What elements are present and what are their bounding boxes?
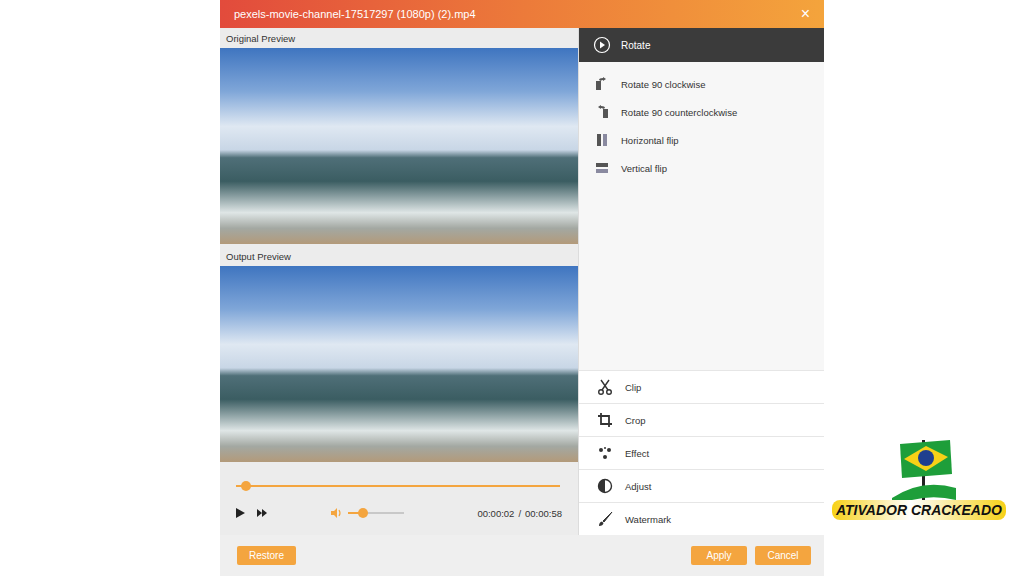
- rotate-options: Rotate 90 clockwise Rotate 90 counterclo…: [579, 62, 824, 182]
- logo-text: ATIVADOR CRACKEADO: [832, 500, 1006, 520]
- adjust-icon: [597, 478, 613, 494]
- rotate-option-label: Horizontal flip: [621, 135, 679, 146]
- volume-knob[interactable]: [358, 508, 368, 518]
- rotate-option[interactable]: Rotate 90 counterclockwise: [579, 98, 824, 126]
- video-editor-dialog: pexels-movie-channel-17517297 (1080p) (2…: [220, 0, 824, 576]
- vertical-flip-icon: [595, 161, 609, 175]
- brazil-flag-icon: [892, 438, 956, 508]
- apply-button[interactable]: Apply: [691, 546, 747, 565]
- video-frame: [220, 266, 578, 462]
- restore-button[interactable]: Restore: [237, 546, 296, 565]
- preview-label: Output Preview: [220, 246, 578, 266]
- tool-item[interactable]: Crop: [579, 403, 824, 436]
- progress-knob[interactable]: [241, 481, 251, 491]
- rotate-tool-label: Rotate: [621, 40, 650, 51]
- speaker-icon[interactable]: [330, 507, 342, 519]
- player-controls: 00:00:02 / 00:00:58: [220, 462, 578, 535]
- title-bar: pexels-movie-channel-17517297 (1080p) (2…: [220, 0, 824, 28]
- screen: pexels-movie-channel-17517297 (1080p) (2…: [0, 0, 1024, 576]
- tool-item[interactable]: Adjust: [579, 469, 824, 502]
- rotate-option-label: Rotate 90 counterclockwise: [621, 107, 737, 118]
- rotate-option-label: Vertical flip: [621, 163, 667, 174]
- rotate-tool-header[interactable]: Rotate: [579, 28, 824, 62]
- tool-label: Effect: [625, 448, 649, 459]
- watermark-logo: ATIVADOR CRACKEADO: [832, 438, 1020, 520]
- rotate-option[interactable]: Rotate 90 clockwise: [579, 70, 824, 98]
- tool-label: Clip: [625, 382, 641, 393]
- close-button[interactable]: ×: [801, 5, 810, 23]
- tool-label: Adjust: [625, 481, 651, 492]
- rotate-counterclockwise-icon: [595, 105, 609, 119]
- scissors-icon: [597, 379, 613, 395]
- window-title: pexels-movie-channel-17517297 (1080p) (2…: [234, 8, 476, 20]
- rotate-option-label: Rotate 90 clockwise: [621, 79, 705, 90]
- fast-forward-icon[interactable]: [256, 507, 268, 519]
- progress-track: [236, 485, 560, 487]
- rotate-icon: [593, 36, 611, 54]
- tools-panel: Rotate Rotate 90 clockwise Rotate 90 cou…: [578, 28, 824, 535]
- video-frame: [220, 48, 578, 244]
- crop-icon: [597, 412, 613, 428]
- tool-label: Crop: [625, 415, 646, 426]
- effect-icon: [597, 445, 613, 461]
- footer-bar: Restore Apply Cancel: [220, 535, 824, 576]
- brush-icon: [597, 511, 613, 527]
- time-separator: /: [518, 508, 521, 519]
- rotate-option[interactable]: Horizontal flip: [579, 126, 824, 154]
- volume-slider[interactable]: [348, 507, 404, 519]
- time-current: 00:00:02: [477, 508, 514, 519]
- time-total: 00:00:58: [525, 508, 562, 519]
- tool-label: Watermark: [625, 514, 671, 525]
- tool-item[interactable]: Effect: [579, 436, 824, 469]
- cancel-button[interactable]: Cancel: [755, 546, 811, 565]
- tool-item[interactable]: Watermark: [579, 502, 824, 535]
- tool-item[interactable]: Clip: [579, 370, 824, 403]
- tool-list: Clip Crop Effect Adjust Watermark: [579, 370, 824, 535]
- rotate-clockwise-icon: [595, 77, 609, 91]
- editor-body: Original Preview Output Preview 00:00:02…: [220, 28, 824, 535]
- preview-panel: Original Preview Output Preview 00:00:02…: [220, 28, 578, 535]
- player-button-row: 00:00:02 / 00:00:58: [234, 500, 562, 526]
- horizontal-flip-icon: [595, 133, 609, 147]
- preview-label: Original Preview: [220, 28, 578, 48]
- play-icon[interactable]: [234, 507, 246, 519]
- progress-slider[interactable]: [236, 476, 560, 496]
- rotate-option[interactable]: Vertical flip: [579, 154, 824, 182]
